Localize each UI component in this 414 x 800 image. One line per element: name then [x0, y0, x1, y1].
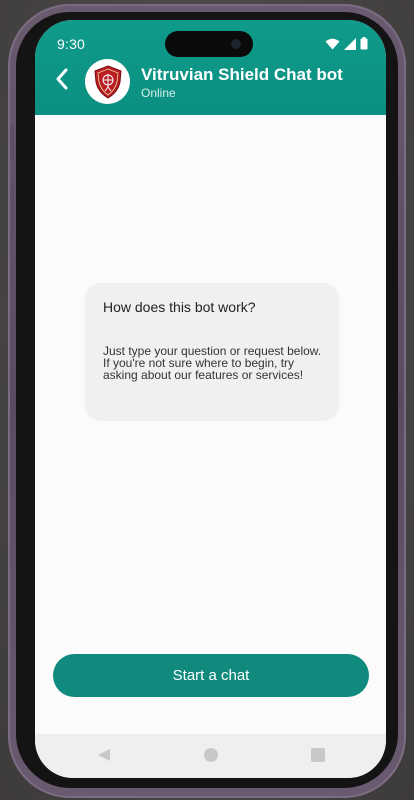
wifi-icon [325, 38, 340, 49]
info-card: How does this bot work? Just type your q… [85, 283, 339, 421]
info-card-title: How does this bot work? [103, 299, 256, 315]
phone-side-button-left-2 [10, 184, 14, 244]
app-screen: 9:30 Vitruvian Shield Chat bot Online Ho… [35, 20, 386, 778]
phone-side-button-left-1 [10, 126, 14, 160]
phone-side-button-right [400, 206, 404, 296]
start-chat-button[interactable]: Start a chat [53, 654, 369, 697]
shield-logo-icon [93, 64, 122, 99]
signal-icon [344, 37, 356, 50]
chevron-left-icon [56, 68, 68, 90]
camera-icon [231, 39, 241, 49]
nav-back-icon[interactable] [97, 748, 111, 762]
status-time: 9:30 [57, 36, 86, 52]
system-nav-bar [35, 734, 386, 778]
info-card-body: Just type your question or request below… [103, 344, 322, 382]
bot-name: Vitruvian Shield Chat bot [141, 65, 343, 84]
status-icons [325, 37, 368, 50]
battery-icon [360, 37, 368, 50]
nav-home-icon[interactable] [204, 748, 218, 762]
bot-status: Online [141, 86, 176, 100]
avatar [85, 59, 130, 104]
back-button[interactable] [51, 66, 73, 92]
phone-side-button-left-3 [10, 262, 14, 322]
chat-header: 9:30 Vitruvian Shield Chat bot Online [35, 20, 386, 115]
nav-recents-icon[interactable] [311, 748, 325, 762]
